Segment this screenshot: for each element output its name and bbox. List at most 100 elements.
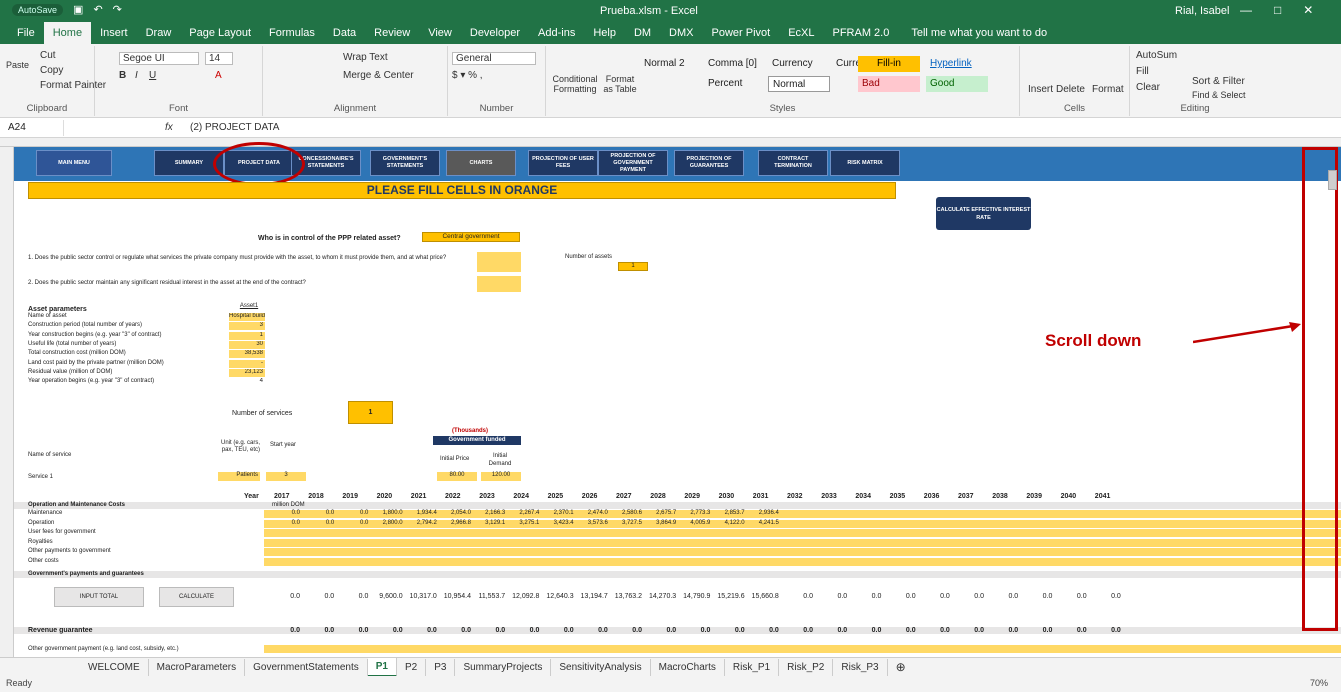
om-value[interactable]: 2,794.2: [409, 520, 437, 526]
format-cells-button[interactable]: Format: [1092, 84, 1124, 95]
close-icon[interactable]: ✕: [1303, 3, 1313, 17]
sheet-tab-governmentstatements[interactable]: GovernmentStatements: [245, 658, 368, 676]
question-1-answer[interactable]: [477, 252, 521, 272]
menu-tab-dm[interactable]: DM: [625, 22, 660, 44]
menu-tab-review[interactable]: Review: [365, 22, 419, 44]
om-value[interactable]: 3,727.5: [614, 520, 642, 526]
om-value[interactable]: 0.0: [306, 510, 334, 516]
bold-button[interactable]: B: [119, 70, 126, 81]
nav-button-projection-of-guarantees[interactable]: PROJECTION OF GUARANTEES: [674, 150, 744, 176]
conditional-formatting-button[interactable]: Conditional Formatting: [550, 74, 600, 94]
om-row-input-band[interactable]: [264, 538, 1341, 547]
nav-button-projection-of-user-fees[interactable]: PROJECTION OF USER FEES: [528, 150, 598, 176]
sort-filter-button[interactable]: Sort & Filter: [1192, 76, 1245, 87]
style-normal-2[interactable]: Normal 2: [640, 56, 702, 72]
undo-icon[interactable]: ↶: [93, 3, 102, 16]
insert-cells-button[interactable]: Insert: [1028, 84, 1053, 95]
nav-button-government-s-statements[interactable]: GOVERNMENT'S STATEMENTS: [370, 150, 440, 176]
om-value[interactable]: 4,122.0: [717, 520, 745, 526]
menu-tab-developer[interactable]: Developer: [461, 22, 529, 44]
om-value[interactable]: 4,005.9: [682, 520, 710, 526]
menu-tab-ecxl[interactable]: EcXL: [779, 22, 823, 44]
nav-button-risk-matrix[interactable]: RISK MATRIX: [830, 150, 900, 176]
other-gov-payment-cells[interactable]: [264, 645, 1341, 653]
merge-center-button[interactable]: Merge & Center: [343, 70, 414, 81]
service-start-cell[interactable]: 3: [266, 472, 306, 481]
style-bad[interactable]: Bad: [858, 76, 920, 92]
om-value[interactable]: 2,853.7: [717, 510, 745, 516]
service-demand-cell[interactable]: 120.00: [481, 472, 521, 481]
asset-param-value[interactable]: 1: [229, 331, 265, 340]
om-value[interactable]: 0.0: [272, 520, 300, 526]
menu-tab-draw[interactable]: Draw: [137, 22, 181, 44]
wrap-text-button[interactable]: Wrap Text: [343, 52, 388, 63]
sheet-tab-p3[interactable]: P3: [426, 658, 456, 676]
italic-button[interactable]: I: [135, 70, 138, 81]
copy-button[interactable]: Copy: [40, 65, 63, 76]
delete-cells-button[interactable]: Delete: [1056, 84, 1085, 95]
menu-tab-dmx[interactable]: DMX: [660, 22, 702, 44]
num-services-cell[interactable]: 1: [348, 401, 393, 424]
calculate-button[interactable]: CALCULATE: [159, 587, 234, 607]
font-color-button[interactable]: A: [215, 70, 222, 81]
paste-button[interactable]: Paste: [6, 60, 29, 70]
nav-button-contract-termination[interactable]: CONTRACT TERMINATION: [758, 150, 828, 176]
font-name-select[interactable]: Segoe UI: [119, 52, 199, 65]
num-assets-cell[interactable]: 1: [618, 262, 648, 271]
sheet-tab-sensitivityanalysis[interactable]: SensitivityAnalysis: [551, 658, 651, 676]
om-value[interactable]: 3,864.9: [648, 520, 676, 526]
asset-param-value[interactable]: Hospital building: [229, 313, 265, 321]
sheet-tab-summaryprojects[interactable]: SummaryProjects: [455, 658, 552, 676]
asset-param-value[interactable]: 38,538: [229, 350, 265, 359]
find-select-button[interactable]: Find & Select: [1192, 90, 1246, 100]
asset-param-value[interactable]: 30: [229, 340, 265, 349]
sheet-tab-welcome[interactable]: WELCOME: [80, 658, 149, 676]
om-value[interactable]: 3,275.1: [511, 520, 539, 526]
menu-tab-power-pivot[interactable]: Power Pivot: [703, 22, 780, 44]
om-row-input-band[interactable]: [264, 557, 1341, 566]
om-value[interactable]: 2,370.1: [546, 510, 574, 516]
nav-button-projection-of-government-payment[interactable]: PROJECTION OF GOVERNMENT PAYMENT: [598, 150, 668, 176]
om-value[interactable]: 2,675.7: [648, 510, 676, 516]
name-box[interactable]: A24: [4, 120, 64, 136]
sheet-tab-macroparameters[interactable]: MacroParameters: [149, 658, 246, 676]
vertical-scrollbar-thumb[interactable]: [1328, 170, 1337, 190]
nav-button-main-menu[interactable]: MAIN MENU: [36, 150, 112, 176]
underline-button[interactable]: U: [149, 70, 156, 81]
om-value[interactable]: 3,423.4: [546, 520, 574, 526]
om-value[interactable]: 2,054.0: [443, 510, 471, 516]
fx-icon[interactable]: fx: [165, 122, 173, 133]
menu-tab-page-layout[interactable]: Page Layout: [180, 22, 260, 44]
font-size-select[interactable]: 14: [205, 52, 233, 65]
input-total-button[interactable]: INPUT TOTAL: [54, 587, 144, 607]
style-comma-0[interactable]: Comma [0]: [704, 56, 766, 72]
user-name[interactable]: Rial, Isabel: [1175, 5, 1229, 17]
menu-tab-help[interactable]: Help: [584, 22, 625, 44]
om-value[interactable]: 0.0: [306, 520, 334, 526]
sheet-tab-p1[interactable]: P1: [367, 657, 397, 677]
nav-button-charts[interactable]: CHARTS: [446, 150, 516, 176]
om-value[interactable]: 3,573.6: [580, 520, 608, 526]
sheet-tab-risk-p2[interactable]: Risk_P2: [779, 658, 834, 676]
om-value[interactable]: 2,966.8: [443, 520, 471, 526]
style-currency[interactable]: Currency: [768, 56, 830, 72]
om-value[interactable]: 2,267.4: [511, 510, 539, 516]
asset-param-value[interactable]: 3: [229, 322, 265, 331]
menu-tab-data[interactable]: Data: [324, 22, 365, 44]
sheet-tab-macrocharts[interactable]: MacroCharts: [651, 658, 725, 676]
format-as-table-button[interactable]: Format as Table: [602, 74, 638, 94]
zoom-level[interactable]: 70%: [1310, 678, 1328, 688]
minimize-icon[interactable]: —: [1240, 3, 1252, 17]
service-unit-cell[interactable]: Patients: [218, 472, 260, 481]
om-value[interactable]: 3,129.1: [477, 520, 505, 526]
style-good[interactable]: Good: [926, 76, 988, 92]
menu-tab-insert[interactable]: Insert: [91, 22, 137, 44]
menu-tab-formulas[interactable]: Formulas: [260, 22, 324, 44]
formula-input[interactable]: (2) PROJECT DATA: [190, 122, 279, 133]
question-2-answer[interactable]: [477, 276, 521, 292]
om-value[interactable]: 2,800.0: [375, 520, 403, 526]
sheet-tab-risk-p3[interactable]: Risk_P3: [833, 658, 888, 676]
add-sheet-icon[interactable]: ⊕: [888, 659, 914, 676]
autosave-toggle[interactable]: AutoSave: [12, 3, 64, 16]
om-value[interactable]: 4,241.5: [751, 520, 779, 526]
